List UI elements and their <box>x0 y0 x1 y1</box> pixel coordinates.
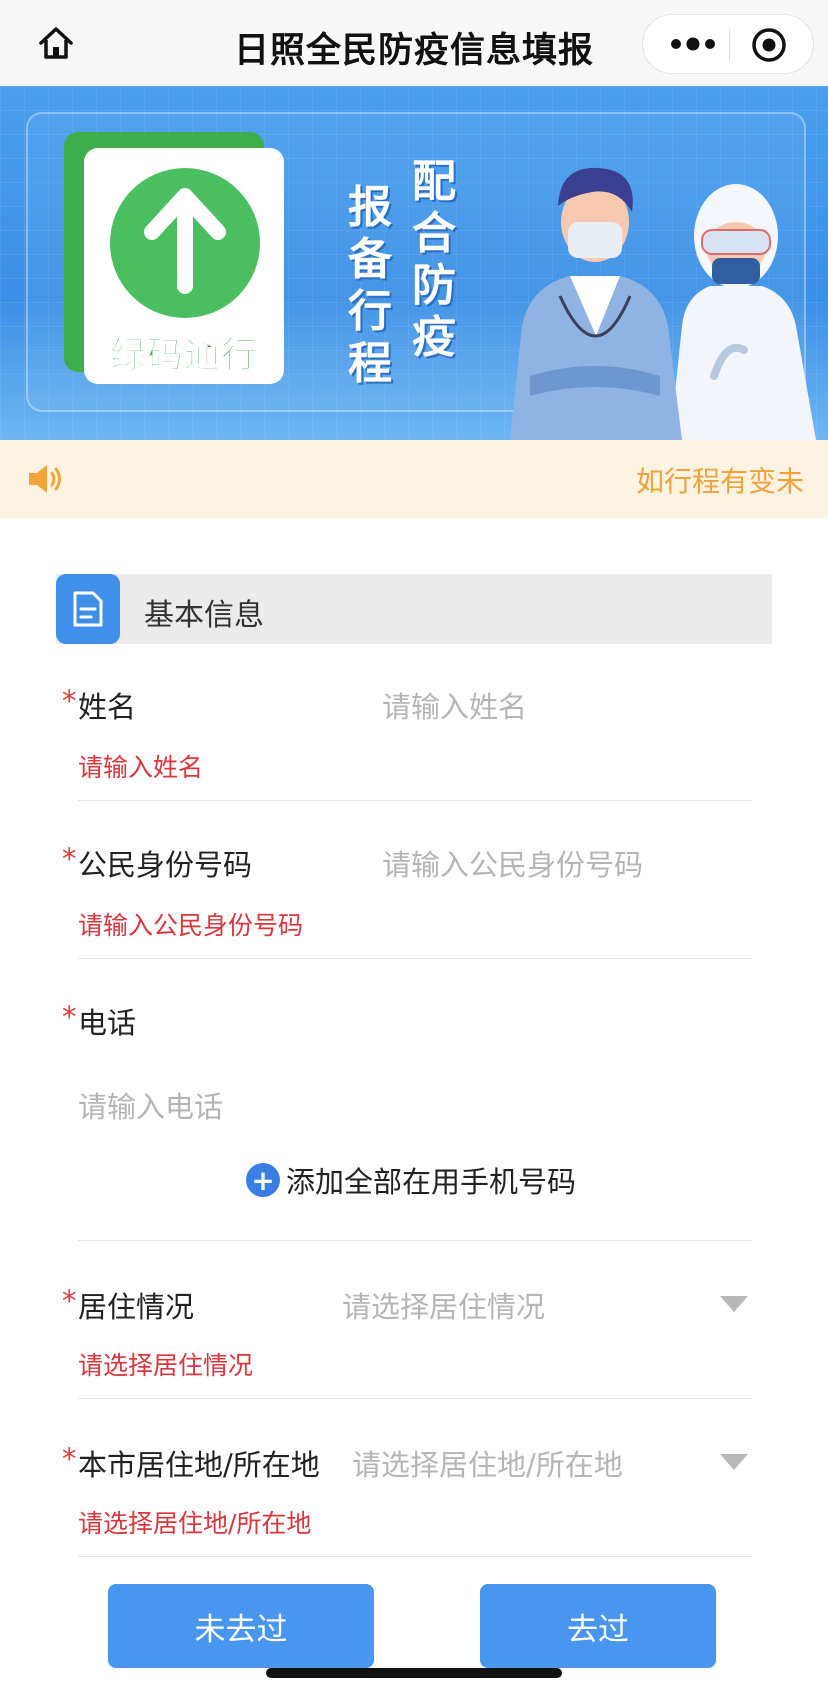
required-marker: * <box>62 1442 77 1476</box>
id-number-input[interactable]: 请输入公民身份号码 <box>382 842 643 884</box>
slogan-char: 备 <box>348 234 392 285</box>
field-divider <box>78 958 752 959</box>
field-divider <box>78 1398 752 1399</box>
residence-location-label: 本市居住地/所在地 <box>78 1448 320 1482</box>
id-number-field: * 公民身份号码 请输入公民身份号码 请输入公民身份号码 <box>56 838 752 959</box>
banner-image: 绿码通行 报 备 行 程 配 合 防 疫 <box>0 86 828 440</box>
residence-status-label: 居住情况 <box>78 1290 195 1324</box>
slogan-char: 报 <box>348 182 392 233</box>
residence-status-select[interactable]: 请选择居住情况 <box>342 1284 545 1326</box>
mini-program-capsule <box>642 14 814 74</box>
residence-status-field[interactable]: * 居住情况 请选择居住情况 请选择居住情况 <box>56 1280 752 1399</box>
up-arrow-icon <box>110 168 260 318</box>
not-been-button[interactable]: 未去过 <box>108 1584 374 1668</box>
required-marker: * <box>62 684 77 718</box>
section-title: 基本信息 <box>144 598 264 633</box>
medical-staff-illustration <box>510 167 816 440</box>
phone-field: * 电话 请输入电话 <box>56 996 752 1241</box>
field-divider <box>78 1556 752 1557</box>
add-phone-numbers-button[interactable]: + 添加全部在用手机号码 <box>246 1160 576 1200</box>
capsule-divider <box>729 29 730 61</box>
dropdown-arrow-icon[interactable] <box>720 1296 748 1312</box>
add-phone-label: 添加全部在用手机号码 <box>286 1165 577 1199</box>
residence-location-field[interactable]: * 本市居住地/所在地 请选择居住地/所在地 请选择居住地/所在地 <box>56 1438 752 1557</box>
name-error: 请输入姓名 <box>78 753 204 782</box>
slogan-char: 合 <box>412 208 456 259</box>
slogan-char: 疫 <box>412 312 456 363</box>
green-code-label: 绿码通行 <box>109 335 258 377</box>
dropdown-arrow-icon[interactable] <box>720 1454 748 1470</box>
slogan-char: 防 <box>412 260 456 311</box>
notice-text: 如行程有变未 <box>635 465 804 498</box>
speaker-icon <box>26 462 66 496</box>
name-label: 姓名 <box>78 690 137 724</box>
close-mini-program-icon[interactable] <box>749 25 789 65</box>
green-code-card: 绿码通行 <box>84 148 284 384</box>
required-marker: * <box>62 1284 77 1318</box>
notice-bar: 如行程有变未 <box>0 440 828 518</box>
top-nav-bar: 日照全民防疫信息填报 <box>0 0 828 86</box>
name-input[interactable]: 请输入姓名 <box>382 684 527 726</box>
field-divider <box>78 800 752 801</box>
section-header-basic-info: 基本信息 <box>56 574 772 644</box>
id-number-label: 公民身份号码 <box>78 848 253 882</box>
document-icon <box>56 574 120 644</box>
slogan-char: 程 <box>348 338 392 389</box>
required-marker: * <box>62 842 77 876</box>
field-divider <box>78 1240 752 1241</box>
id-number-error: 请输入公民身份号码 <box>78 911 304 940</box>
slogan-right: 配 合 防 疫 <box>408 156 460 364</box>
plus-icon: + <box>246 1163 280 1197</box>
slogan-char: 配 <box>412 156 456 207</box>
slogan-left: 报 备 行 程 <box>344 182 396 390</box>
required-marker: * <box>62 1000 77 1034</box>
residence-location-error: 请选择居住地/所在地 <box>78 1509 312 1538</box>
residence-status-error: 请选择居住情况 <box>78 1351 254 1380</box>
home-indicator <box>266 1668 562 1678</box>
phone-label: 电话 <box>78 1006 137 1040</box>
name-field: * 姓名 请输入姓名 请输入姓名 <box>56 680 752 801</box>
slogan-char: 行 <box>348 286 392 337</box>
phone-input[interactable]: 请输入电话 <box>78 1084 223 1126</box>
more-icon[interactable] <box>665 29 721 59</box>
residence-location-select[interactable]: 请选择居住地/所在地 <box>352 1442 623 1484</box>
been-button[interactable]: 去过 <box>480 1584 716 1668</box>
